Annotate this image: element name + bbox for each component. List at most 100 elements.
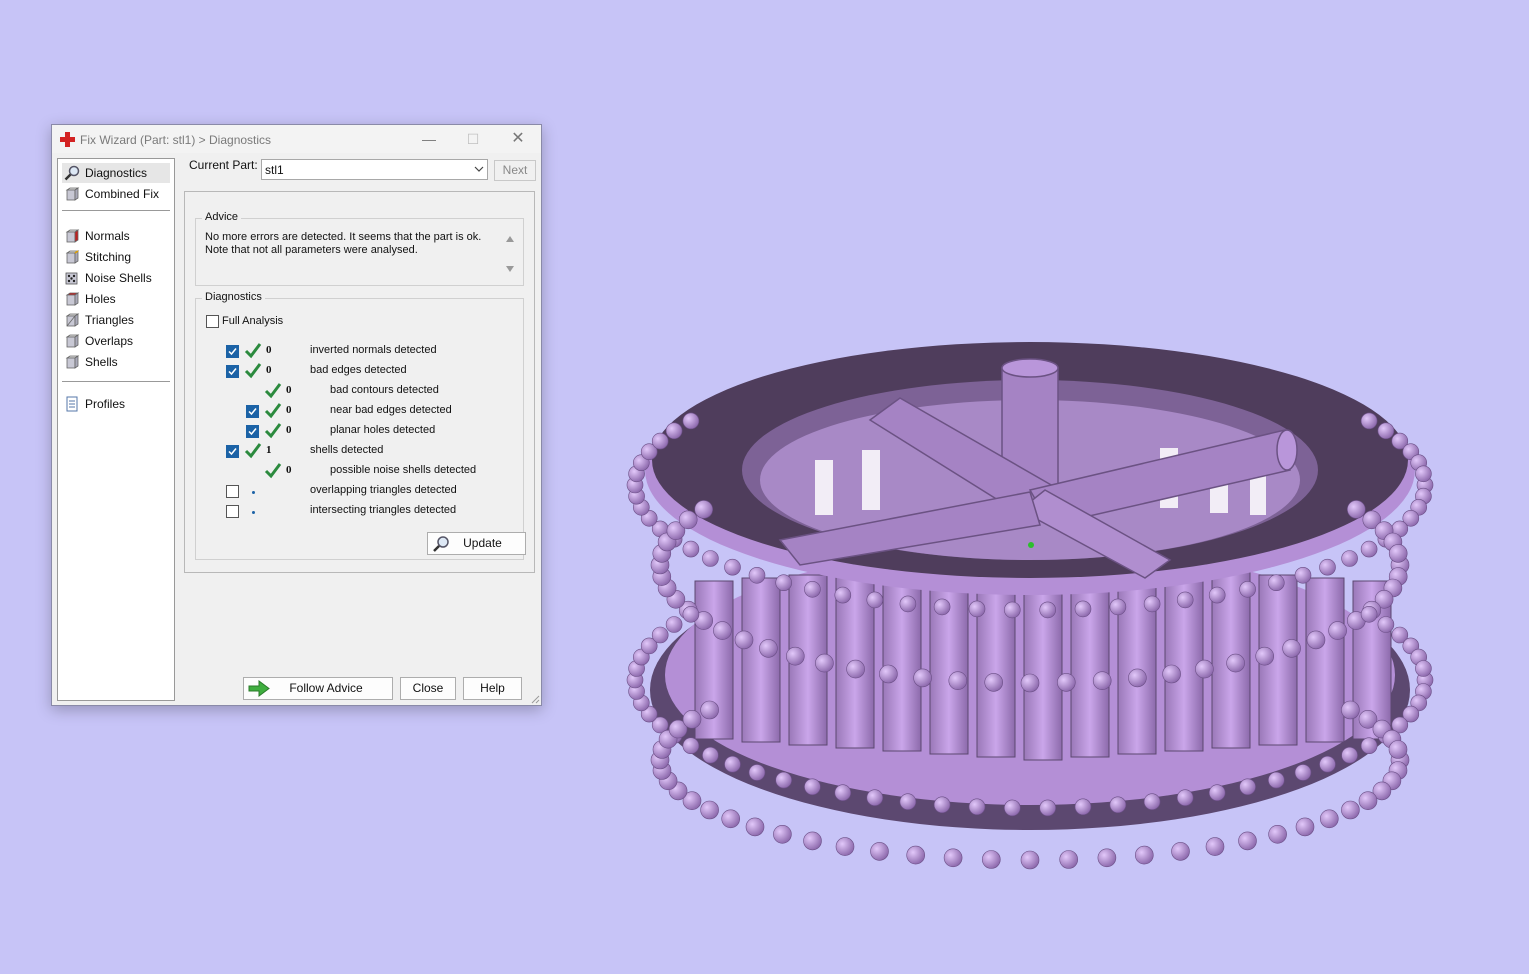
model-bump	[745, 817, 765, 837]
cube-icon	[65, 334, 80, 348]
green-check-icon	[244, 363, 262, 379]
diagnostic-checkbox[interactable]	[226, 505, 239, 518]
diagnostic-checkbox[interactable]	[246, 405, 259, 418]
advice-text: No more errors are detected. It seems th…	[205, 231, 490, 257]
model-bump	[804, 580, 821, 598]
green-check-icon	[264, 403, 282, 419]
nav-item-noise-shells[interactable]: Noise Shells	[62, 268, 170, 288]
model-bump	[834, 586, 852, 604]
resize-grip-icon[interactable]	[530, 694, 540, 704]
model-bump	[1377, 616, 1395, 633]
model-bump	[651, 626, 669, 644]
model-bump	[734, 630, 754, 650]
model-bump	[1134, 845, 1154, 865]
model-bump	[1039, 799, 1057, 817]
maximize-button[interactable]: ☐	[458, 129, 488, 149]
magnifier-icon	[64, 165, 80, 181]
model-bump	[1003, 601, 1021, 619]
scroll-up-icon[interactable]	[505, 234, 515, 244]
wheel-part-model[interactable]	[600, 320, 1480, 880]
model-bump	[724, 558, 741, 576]
full-analysis-checkbox[interactable]	[206, 315, 219, 328]
scroll-down-icon[interactable]	[505, 264, 515, 274]
model-bump	[713, 621, 732, 640]
update-label: Update	[463, 536, 502, 550]
nav-item-profiles[interactable]: Profiles	[62, 394, 170, 414]
model-bump	[1109, 796, 1127, 814]
model-bar	[1117, 565, 1157, 755]
diagnostic-label: planar holes detected	[330, 424, 436, 436]
model-bump	[1176, 789, 1194, 807]
nav-item-stitching[interactable]: Stitching	[62, 247, 170, 267]
diagnostic-checkbox[interactable]	[246, 425, 259, 438]
model-bump	[1377, 422, 1395, 440]
diagnostic-label: shells detected	[310, 444, 384, 456]
model-bump	[933, 796, 951, 814]
model-bump	[682, 412, 700, 430]
wizard-nav-list: Diagnostics Combined Fix Normals Stitchi…	[57, 158, 175, 701]
update-button[interactable]: Update	[427, 532, 526, 555]
model-bump	[694, 500, 713, 519]
nav-item-shells[interactable]: Shells	[62, 352, 170, 372]
model-bump	[665, 422, 683, 440]
advice-title: Advice	[202, 211, 242, 223]
nav-separator	[62, 210, 170, 211]
model-bump	[1074, 600, 1092, 618]
green-check-icon	[264, 463, 282, 479]
model-bump	[1143, 793, 1161, 811]
diagnostic-label: bad contours detected	[330, 384, 439, 396]
nav-item-triangles[interactable]: Triangles	[62, 310, 170, 330]
model-bump	[1415, 465, 1432, 483]
model-bump	[804, 778, 821, 796]
model-bump	[1360, 737, 1378, 755]
model-bump	[948, 671, 968, 691]
check-icon	[228, 368, 237, 376]
help-button[interactable]: Help	[463, 677, 522, 700]
nav-item-normals[interactable]: Normals	[62, 226, 170, 246]
model-bump	[1039, 601, 1057, 619]
model-bump	[1267, 771, 1285, 789]
diagnostic-checkbox[interactable]	[226, 345, 239, 358]
model-bump	[1176, 591, 1194, 609]
next-button[interactable]: Next	[494, 160, 536, 181]
cube-stitch-icon	[65, 250, 80, 264]
model-bump	[913, 668, 932, 688]
model-bump	[879, 664, 898, 684]
model-bump	[968, 798, 986, 816]
pending-dot-icon	[252, 491, 255, 494]
fix-wizard-dialog: Fix Wizard (Part: stl1) > Diagnostics — …	[51, 124, 542, 706]
advice-scrollbar[interactable]	[503, 231, 517, 277]
diagnostic-label: bad edges detected	[310, 364, 407, 376]
triangles-cube-icon	[65, 313, 80, 327]
diagnostic-label: possible noise shells detected	[330, 464, 477, 476]
nav-item-overlaps[interactable]: Overlaps	[62, 331, 170, 351]
model-bump	[682, 605, 700, 623]
model-bump	[1097, 848, 1117, 868]
model-bump	[981, 850, 1001, 869]
close-button[interactable]: Close	[400, 677, 456, 700]
model-bump	[834, 784, 852, 802]
full-analysis-label: Full Analysis	[222, 315, 284, 327]
nav-item-holes[interactable]: Holes	[62, 289, 170, 309]
title-bar[interactable]: Fix Wizard (Part: stl1) > Diagnostics — …	[52, 125, 541, 153]
diagnostic-checkbox[interactable]	[226, 445, 239, 458]
current-part-value: stl1	[265, 163, 284, 177]
model-bump	[759, 639, 778, 658]
nav-item-diagnostics[interactable]: Diagnostics	[62, 163, 170, 183]
follow-advice-button[interactable]: Follow Advice	[243, 677, 393, 700]
current-part-dropdown[interactable]: stl1	[261, 159, 488, 180]
model-bump	[1341, 746, 1358, 764]
diagnostic-checkbox[interactable]	[226, 485, 239, 498]
follow-advice-label: Follow Advice	[289, 681, 363, 695]
model-bump	[1239, 580, 1256, 598]
magnifier-icon	[433, 536, 449, 552]
close-window-button[interactable]: ✕	[503, 129, 533, 149]
nav-item-combined-fix[interactable]: Combined Fix	[62, 184, 170, 204]
model-bump	[866, 789, 884, 807]
minimize-button[interactable]: —	[414, 129, 444, 149]
diagnostic-checkbox[interactable]	[226, 365, 239, 378]
model-bump	[678, 510, 698, 530]
chevron-down-icon	[474, 166, 484, 172]
diagnostic-count: 0	[286, 384, 292, 396]
cube-icon	[65, 187, 80, 201]
